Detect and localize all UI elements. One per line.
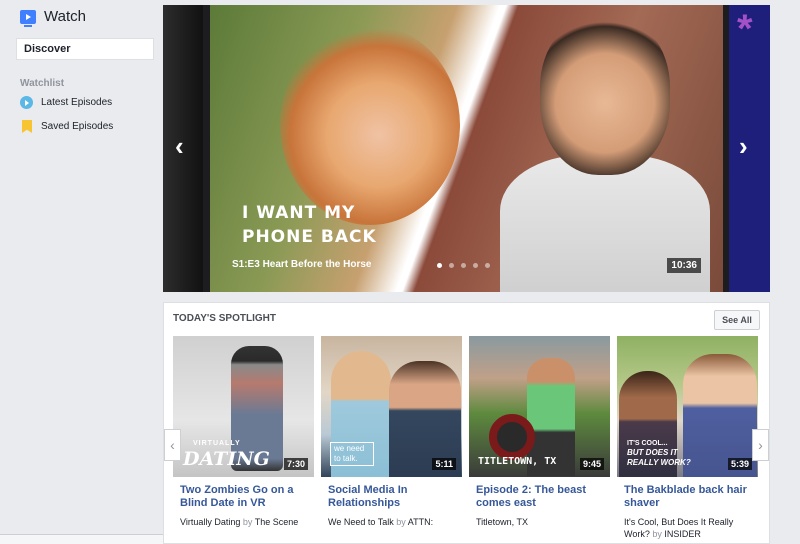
video-duration: 5:11 bbox=[432, 458, 456, 470]
video-thumbnail[interactable]: IT'S COOL... BUT DOES IT REALLY WORK? 5:… bbox=[617, 336, 758, 477]
thumbnail-overlay-small: IT'S COOL... bbox=[627, 440, 668, 447]
video-title[interactable]: Episode 2: The beast comes east bbox=[476, 484, 606, 510]
sidebar-item-discover[interactable]: Discover bbox=[16, 38, 154, 60]
show-name[interactable]: We Need to Talk bbox=[328, 517, 394, 527]
watch-tv-icon bbox=[20, 9, 36, 27]
video-card[interactable]: we need to talk. 5:11 Social Media In Re… bbox=[321, 336, 462, 544]
video-card[interactable]: IT'S COOL... BUT DOES IT REALLY WORK? 5:… bbox=[617, 336, 758, 544]
carousel-dot[interactable] bbox=[449, 263, 454, 268]
thumbnail-overlay: BUT DOES IT REALLY WORK? bbox=[627, 448, 691, 467]
by-label: by bbox=[396, 517, 406, 527]
sidebar: Watch Discover Watchlist Latest Episodes… bbox=[0, 0, 160, 544]
video-title[interactable]: Two Zombies Go on a Blind Date in VR bbox=[180, 484, 310, 510]
video-duration: 9:45 bbox=[579, 458, 604, 470]
carousel-dot[interactable] bbox=[461, 263, 466, 268]
show-logo-line2: PHONE BACK bbox=[242, 227, 377, 247]
spotlight-title: TODAY'S SPOTLIGHT bbox=[173, 313, 276, 324]
sidebar-item-label: Latest Episodes bbox=[41, 97, 113, 108]
chevron-right-icon[interactable]: › bbox=[739, 133, 748, 159]
chevron-right-icon[interactable]: › bbox=[752, 429, 769, 461]
watchlist-heading: Watchlist bbox=[20, 78, 65, 89]
bookmark-icon bbox=[22, 120, 32, 133]
show-name[interactable]: Virtually Dating bbox=[180, 517, 240, 527]
carousel-dot[interactable] bbox=[437, 263, 442, 268]
video-thumbnail[interactable]: VIRTUALLY DATING 7:30 bbox=[173, 336, 314, 477]
video-duration: 7:30 bbox=[283, 458, 308, 470]
slide-caption[interactable]: S1:E3 Heart Before the Horse bbox=[232, 259, 372, 270]
video-card[interactable]: TITLETOWN, TX 9:45 Episode 2: The beast … bbox=[469, 336, 610, 544]
chevron-left-icon[interactable]: ‹ bbox=[164, 429, 181, 461]
publisher-name[interactable]: INSIDER bbox=[664, 529, 701, 539]
thumbnail-overlay: TITLETOWN, TX bbox=[478, 456, 557, 467]
video-thumbnail[interactable]: we need to talk. 5:11 bbox=[321, 336, 462, 477]
video-card[interactable]: VIRTUALLY DATING 7:30 Two Zombies Go on … bbox=[173, 336, 314, 544]
show-logo: I WANT MY PHONE BACK bbox=[242, 201, 377, 249]
chevron-left-icon[interactable]: ‹ bbox=[175, 133, 184, 159]
app-header[interactable]: Watch bbox=[20, 8, 86, 27]
thumbnail-overlay: we need to talk. bbox=[330, 442, 374, 466]
video-duration: 5:39 bbox=[727, 458, 752, 470]
video-thumbnail[interactable]: TITLETOWN, TX 9:45 bbox=[469, 336, 610, 477]
app-title: Watch bbox=[44, 8, 86, 25]
sidebar-item-label: Saved Episodes bbox=[41, 121, 114, 132]
slide-image-woman bbox=[280, 25, 460, 225]
by-label: by bbox=[652, 529, 662, 539]
next-slide-preview[interactable]: * bbox=[729, 5, 770, 292]
video-title[interactable]: Social Media In Relationships bbox=[328, 484, 458, 510]
by-label: by bbox=[242, 517, 253, 527]
publisher-name[interactable]: ATTN: bbox=[408, 517, 433, 527]
video-meta: Titletown, TX bbox=[476, 516, 608, 528]
thumbnail-overlay-small: VIRTUALLY bbox=[193, 440, 241, 447]
show-name[interactable]: Titletown, TX bbox=[476, 517, 528, 527]
see-all-button[interactable]: See All bbox=[714, 310, 760, 330]
carousel-dot[interactable] bbox=[473, 263, 478, 268]
featured-slide[interactable]: I WANT MY PHONE BACK S1:E3 Heart Before … bbox=[210, 5, 723, 292]
sidebar-item-latest-episodes[interactable]: Latest Episodes bbox=[20, 96, 112, 109]
slide-image-man bbox=[540, 15, 670, 175]
todays-spotlight: TODAY'S SPOTLIGHT See All VIRTUALLY DATI… bbox=[163, 302, 770, 544]
asterisk-logo-icon: * bbox=[737, 7, 753, 51]
publisher-name[interactable]: The Scene bbox=[255, 517, 299, 527]
show-logo-line1: I WANT MY bbox=[242, 203, 356, 223]
video-meta: Virtually Dating by The Scene bbox=[180, 516, 312, 528]
video-meta: It's Cool, But Does It Really Work? by I… bbox=[624, 516, 756, 540]
thumbnail-overlay: DATING bbox=[183, 448, 270, 470]
featured-carousel: I WANT MY PHONE BACK S1:E3 Heart Before … bbox=[163, 5, 770, 292]
video-duration: 10:36 bbox=[667, 258, 701, 273]
thumbnail-weight-plate bbox=[489, 414, 535, 460]
sidebar-item-saved-episodes[interactable]: Saved Episodes bbox=[20, 120, 113, 133]
carousel-dot[interactable] bbox=[485, 263, 490, 268]
play-circle-icon bbox=[20, 96, 33, 109]
video-title[interactable]: The Bakblade back hair shaver bbox=[624, 484, 754, 510]
carousel-dots bbox=[437, 263, 490, 268]
video-meta: We Need to Talk by ATTN: bbox=[328, 516, 460, 528]
